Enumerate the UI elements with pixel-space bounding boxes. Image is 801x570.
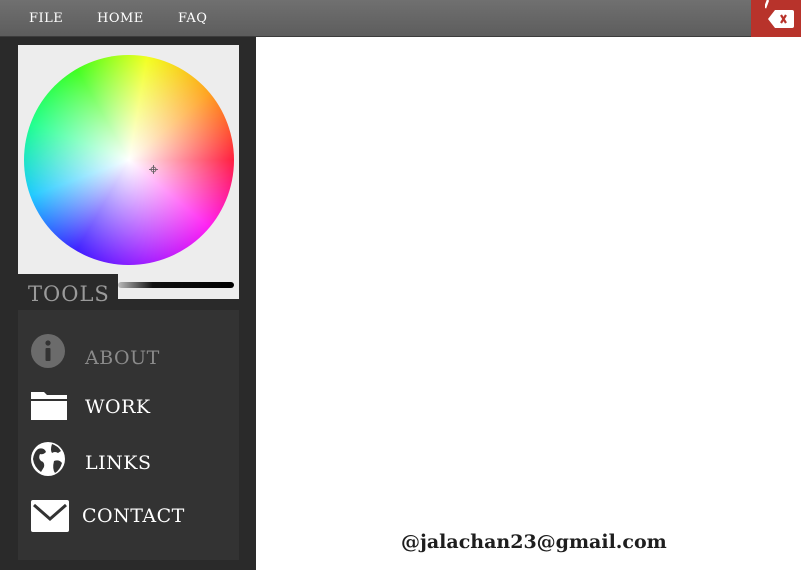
menu-bar: FILE HOME FAQ — [0, 0, 801, 37]
nav-label-about: ABOUT — [85, 347, 160, 369]
nav-item-about[interactable]: ABOUT — [18, 333, 239, 377]
nav-label-contact: CONTACT — [82, 505, 185, 527]
sidebar: TOOLS ABOUT WORK LINKS CONTACT — [0, 37, 256, 570]
contact-email: @jalachan23@gmail.com — [401, 531, 667, 553]
nav-item-links[interactable]: LINKS — [18, 441, 239, 485]
menu-home[interactable]: HOME — [97, 11, 144, 26]
nav-label-links: LINKS — [85, 452, 152, 474]
nav-panel: ABOUT WORK LINKS CONTACT — [18, 310, 239, 560]
brightness-slider[interactable] — [118, 282, 234, 288]
mail-icon — [31, 500, 69, 532]
color-picker[interactable] — [18, 45, 239, 299]
color-wheel[interactable] — [24, 55, 234, 265]
nav-label-work: WORK — [85, 396, 151, 418]
folder-icon — [31, 392, 67, 420]
globe-icon — [31, 442, 65, 476]
tools-label: TOOLS — [28, 282, 110, 306]
nav-item-contact[interactable]: CONTACT — [18, 499, 239, 543]
info-icon — [31, 334, 65, 368]
crosshair-icon[interactable] — [149, 165, 158, 174]
backspace-close-icon — [765, 0, 794, 28]
menu-faq[interactable]: FAQ — [178, 11, 207, 26]
close-button[interactable] — [751, 0, 801, 37]
tools-tab: TOOLS — [18, 274, 118, 310]
nav-item-work[interactable]: WORK — [18, 389, 239, 433]
menu-file[interactable]: FILE — [29, 11, 63, 26]
